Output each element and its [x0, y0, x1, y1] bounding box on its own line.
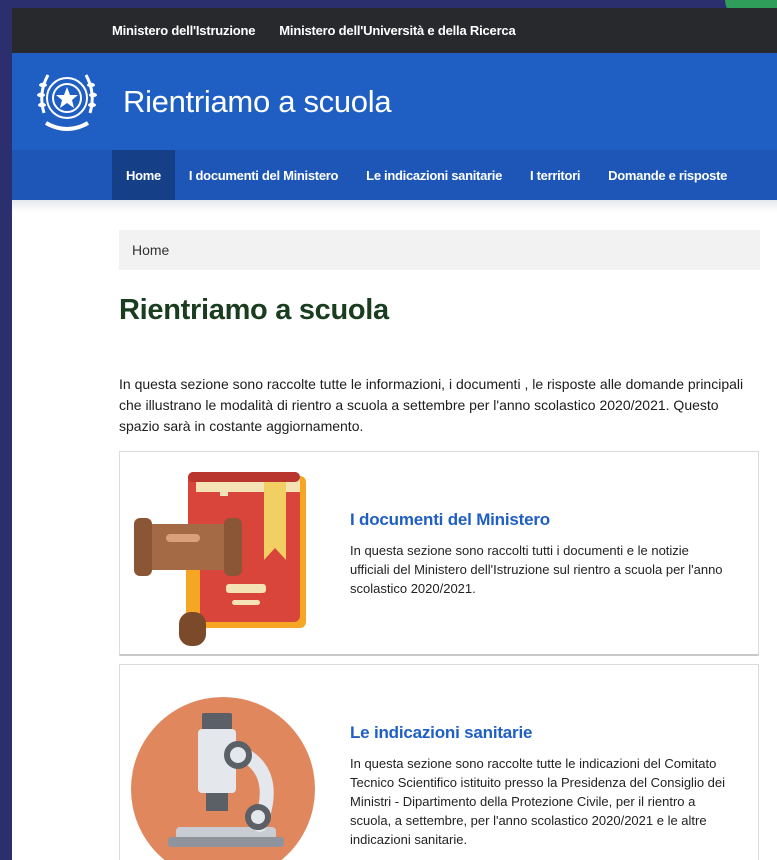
nav-item-territori[interactable]: I territori [516, 150, 594, 200]
card-indicazioni-description: In questa sezione sono raccolte tutte le… [350, 756, 726, 847]
card-documenti[interactable]: I documenti del Ministero In questa sezi… [119, 451, 759, 656]
card-indicazioni-text: Le indicazioni sanitarie In questa sezio… [350, 723, 730, 849]
page-frame: Ministero dell'Istruzione Ministero dell… [12, 8, 777, 860]
card-documenti-description: In questa sezione sono raccolti tutti i … [350, 543, 723, 596]
main-navigation: Home I documenti del Ministero Le indica… [12, 150, 777, 200]
card-indicazioni-sanitarie[interactable]: Le indicazioni sanitarie In questa sezio… [119, 664, 759, 860]
book-gavel-icon [134, 472, 306, 646]
nav-shadow [12, 200, 777, 212]
breadcrumb: Home [119, 230, 760, 270]
topbar: Ministero dell'Istruzione Ministero dell… [12, 8, 777, 53]
microscope-icon [131, 697, 315, 860]
nav-item-home[interactable]: Home [112, 150, 175, 200]
main-content: Home Rientriamo a scuola In questa sezio… [12, 230, 777, 860]
card-documenti-text: I documenti del Ministero In questa sezi… [350, 510, 730, 598]
card-documenti-title[interactable]: I documenti del Ministero [350, 510, 730, 530]
topbar-link-universita[interactable]: Ministero dell'Università e della Ricerc… [279, 23, 515, 38]
topbar-link-istruzione[interactable]: Ministero dell'Istruzione [112, 23, 255, 38]
italian-republic-emblem-icon[interactable] [34, 63, 100, 139]
breadcrumb-item-home: Home [132, 242, 170, 258]
card-indicazioni-title[interactable]: Le indicazioni sanitarie [350, 723, 730, 743]
site-title[interactable]: Rientriamo a scuola [123, 84, 392, 120]
site-header: Rientriamo a scuola [12, 53, 777, 150]
page-title: Rientriamo a scuola [119, 294, 389, 326]
nav-item-indicazioni-sanitarie[interactable]: Le indicazioni sanitarie [352, 150, 516, 200]
nav-item-documenti[interactable]: I documenti del Ministero [175, 150, 352, 200]
intro-text: In questa sezione sono raccolte tutte le… [119, 376, 744, 434]
nav-item-domande-risposte[interactable]: Domande e risposte [594, 150, 741, 200]
